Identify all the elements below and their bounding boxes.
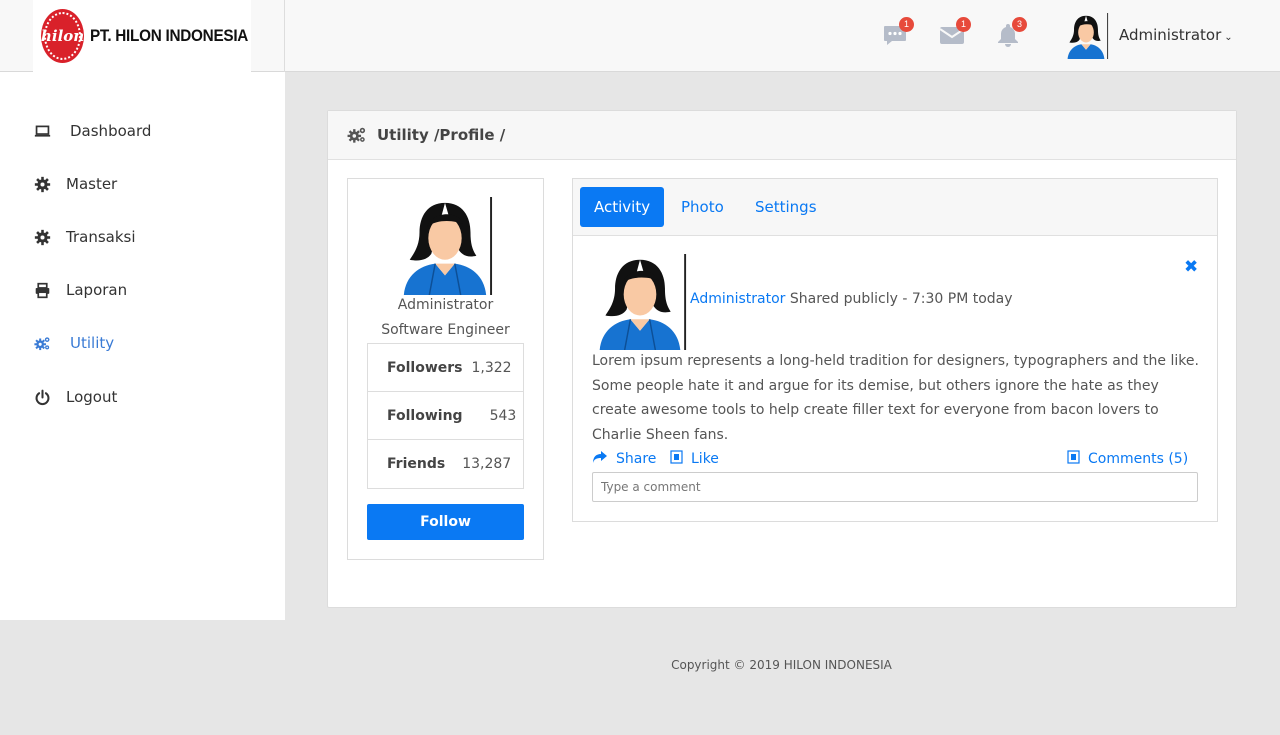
profile-avatar <box>396 197 494 295</box>
mail-button[interactable]: 1 <box>939 17 971 50</box>
brand-logo-text: hilon <box>41 27 85 45</box>
close-icon[interactable]: ✖ <box>1184 257 1198 277</box>
stat-label: Following <box>387 407 463 424</box>
sidebar-item-master[interactable]: Master <box>32 172 117 196</box>
printer-icon <box>32 280 52 300</box>
comments-link[interactable]: Comments (5) <box>1067 450 1188 468</box>
gear-icon <box>32 174 52 194</box>
sidebar-item-transaksi[interactable]: Transaksi <box>32 225 136 249</box>
profile-name: Administrator <box>397 297 494 313</box>
tab-photo[interactable]: Photo <box>667 187 738 227</box>
user-name: Administrator <box>1119 26 1222 44</box>
share-link[interactable]: Share <box>592 450 656 468</box>
profile-stats: Followers 1,322 Following 543 Friends 13,28… <box>367 343 524 489</box>
profile-role: Software Engineer <box>381 322 510 338</box>
breadcrumb-text: Utility /Profile / <box>377 126 506 144</box>
follow-button[interactable]: Follow <box>367 504 524 540</box>
gear-icon <box>32 227 52 247</box>
sidebar-item-logout[interactable]: Logout <box>32 385 117 409</box>
sidebar-item-label: Dashboard <box>70 122 152 140</box>
chat-button[interactable]: 1 <box>882 17 914 50</box>
comment-input[interactable] <box>592 472 1198 502</box>
topbar-divider <box>284 0 285 72</box>
stat-value: 1,322 <box>471 359 512 376</box>
user-menu[interactable]: Administrator ⌄ <box>1119 26 1233 44</box>
avatar-image <box>1067 13 1109 59</box>
sidebar-item-label: Transaksi <box>66 228 136 246</box>
brand-name: PT. HILON INDONESIA <box>90 26 249 45</box>
user-avatar[interactable] <box>1063 13 1109 59</box>
post-author-link[interactable]: Administrator <box>690 291 785 307</box>
gears-icon <box>347 127 366 143</box>
bell-badge: 3 <box>1012 17 1027 32</box>
post-body: Lorem ipsum represents a long-held tradi… <box>592 353 1199 443</box>
sidebar-item-utility[interactable]: Utility <box>32 331 114 355</box>
post-meta: Administrator Shared publicly - 7:30 PM … <box>690 291 1013 307</box>
stat-value: 543 <box>489 407 517 424</box>
share-label: Share <box>616 451 657 467</box>
stat-value: 13,287 <box>462 456 512 472</box>
stat-label: Followers <box>387 359 463 376</box>
sidebar: Dashboard Master Transaksi Laporan Utili… <box>0 72 285 620</box>
sidebar-item-dashboard[interactable]: Dashboard <box>32 119 151 143</box>
like-label: Like <box>691 451 719 467</box>
activity-panel: Activity Photo Settings ✖ Administrator … <box>572 178 1218 522</box>
laptop-icon <box>32 121 52 141</box>
tab-settings[interactable]: Settings <box>741 187 831 227</box>
post-actions: Share Like Comments (5) <box>592 450 1199 472</box>
mail-badge: 1 <box>956 17 971 32</box>
like-link[interactable]: Like <box>670 450 719 468</box>
chevron-down-icon: ⌄ <box>1224 32 1233 43</box>
stat-following[interactable]: Following 543 <box>368 392 523 440</box>
comment-icon <box>1067 450 1080 468</box>
footer-copyright: Copyright © 2019 HILON INDONESIA <box>671 658 892 672</box>
stat-label: Friends <box>387 456 446 472</box>
sidebar-item-label: Laporan <box>66 281 128 299</box>
sidebar-item-label: Logout <box>66 388 118 406</box>
avatar-image <box>599 254 687 350</box>
chat-badge: 1 <box>899 17 914 32</box>
brand-logo: hilon <box>41 9 85 63</box>
tab-bar: Activity Photo Settings <box>573 179 1217 236</box>
thumbs-up-icon <box>670 450 683 468</box>
brand[interactable]: hilon PT. HILON INDONESIA <box>33 0 251 72</box>
profile-summary: Administrator Software Engineer Follower… <box>347 178 544 560</box>
breadcrumb: Utility /Profile / <box>328 111 1236 160</box>
stat-friends[interactable]: Friends 13,287 <box>368 440 523 488</box>
sidebar-item-label: Utility <box>70 334 115 352</box>
comments-label: Comments (5) <box>1088 451 1189 467</box>
sidebar-item-label: Master <box>66 175 118 193</box>
notifications-button[interactable]: 3 <box>995 17 1027 50</box>
gears-icon <box>32 333 52 353</box>
stat-followers[interactable]: Followers 1,322 <box>368 344 523 392</box>
post-avatar <box>592 254 688 350</box>
avatar-image <box>403 197 493 295</box>
power-icon <box>32 387 52 407</box>
top-bar: hilon PT. HILON INDONESIA 1 1 3 Administ… <box>0 0 1280 72</box>
sidebar-item-laporan[interactable]: Laporan <box>32 278 127 302</box>
tab-activity[interactable]: Activity <box>580 187 665 227</box>
post-timestamp: Shared publicly - 7:30 PM today <box>789 291 1013 307</box>
profile-card: Utility /Profile / Administrator Softwar… <box>327 110 1237 608</box>
share-icon <box>592 450 608 468</box>
